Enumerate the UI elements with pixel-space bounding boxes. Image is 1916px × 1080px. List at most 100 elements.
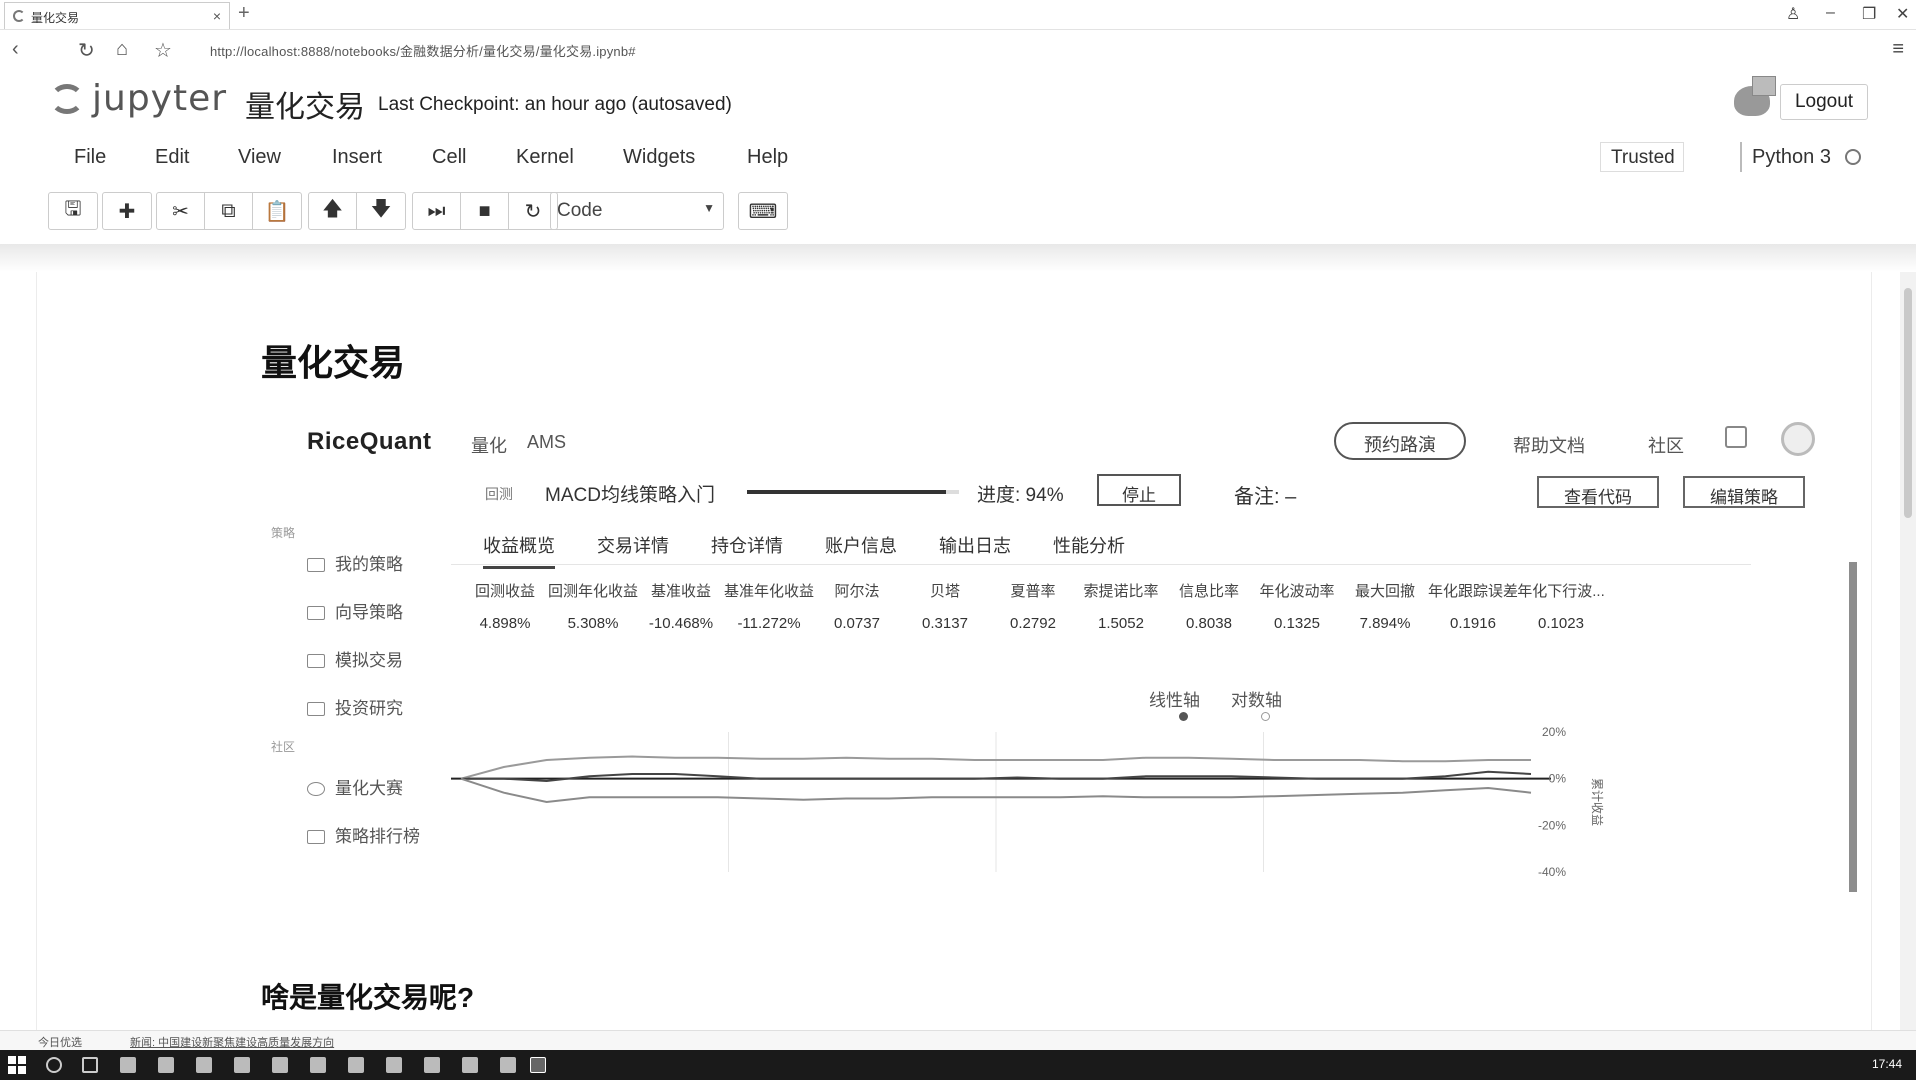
address-bar: ‹ ↻ ⌂ ☆ http://localhost:8888/notebooks/…	[0, 30, 1916, 70]
progress-bar	[747, 490, 959, 494]
tab-trades[interactable]: 交易详情	[597, 532, 669, 558]
back-icon[interactable]: ‹	[12, 38, 19, 61]
shirt-icon[interactable]: ♙	[1786, 4, 1800, 24]
page-title: 量化交易	[261, 342, 406, 383]
menu-insert[interactable]: Insert	[332, 146, 382, 169]
browser-menu-icon[interactable]: ≡	[1892, 38, 1904, 61]
taskbar-app-icon[interactable]	[234, 1057, 250, 1073]
taskbar-app-icon[interactable]	[196, 1057, 212, 1073]
page-scrollbar[interactable]	[1900, 272, 1916, 1042]
sidebar-item-contest[interactable]: 量化大赛	[307, 774, 403, 799]
close-window-icon[interactable]: ✕	[1896, 4, 1909, 24]
sidebar-item-wizard[interactable]: 向导策略	[307, 598, 403, 623]
returns-chart: 20% 0% -20% -40% 累计收益	[451, 725, 1604, 879]
reload-icon[interactable]: ↻	[78, 38, 95, 63]
menu-widgets[interactable]: Widgets	[623, 146, 695, 169]
menu-file[interactable]: File	[74, 146, 106, 169]
taskbar-app-icon[interactable]	[310, 1057, 326, 1073]
log-axis-label: 对数轴	[1231, 691, 1282, 710]
taskbar-app-icon[interactable]	[348, 1057, 364, 1073]
nav-ams[interactable]: AMS	[527, 432, 566, 453]
url-field[interactable]: http://localhost:8888/notebooks/金融数据分析/量…	[210, 41, 636, 60]
sidebar-item-paper-trading[interactable]: 模拟交易	[307, 646, 403, 671]
taskbar-app-icon[interactable]	[272, 1057, 288, 1073]
close-tab-icon[interactable]: ×	[213, 8, 221, 24]
tab-log[interactable]: 输出日志	[939, 532, 1011, 558]
notebook-name[interactable]: 量化交易	[245, 82, 365, 126]
sidebar-item-my-strategies[interactable]: 我的策略	[307, 550, 403, 575]
keyboard-icon[interactable]: ⌨	[739, 193, 787, 229]
taskbar-app-icon[interactable]	[158, 1057, 174, 1073]
search-icon[interactable]	[46, 1057, 62, 1073]
windows-start-icon[interactable]	[8, 1056, 26, 1074]
notebook-toolbar: 🖫 ✚ ✂ ⧉ 📋 🡅 🡇 ⏭ ■ ↻ Code ▼ ⌨	[0, 192, 1916, 232]
chart-icon	[307, 654, 325, 668]
taskbar-app-icon[interactable]	[120, 1057, 136, 1073]
tab-account[interactable]: 账户信息	[825, 532, 897, 558]
sidebar-item-research[interactable]: 投资研究	[307, 694, 403, 719]
sidebar-item-leaderboard[interactable]: 策略排行榜	[307, 822, 420, 847]
nav-quant[interactable]: 量化	[471, 432, 507, 458]
taskbar-app-icon[interactable]	[500, 1057, 516, 1073]
trophy-icon	[307, 782, 325, 796]
roadshow-button[interactable]: 预约路演	[1334, 422, 1466, 460]
progress-fill	[747, 490, 947, 494]
favorite-star-icon[interactable]: ☆	[154, 38, 172, 63]
menu-edit[interactable]: Edit	[155, 146, 189, 169]
paste-icon[interactable]: 📋	[253, 193, 301, 229]
linear-axis-option[interactable]: 线性轴	[1149, 686, 1200, 721]
taskbar-active-app-icon[interactable]	[530, 1057, 546, 1073]
log-axis-option[interactable]: 对数轴	[1231, 686, 1282, 721]
run-icon[interactable]: ⏭	[413, 193, 461, 229]
cut-icon[interactable]: ✂	[157, 193, 205, 229]
minimize-icon[interactable]: –	[1826, 4, 1835, 22]
taskbar-app-icon[interactable]	[462, 1057, 478, 1073]
tab-performance[interactable]: 性能分析	[1053, 532, 1125, 558]
panel-scrollbar[interactable]	[1849, 562, 1857, 892]
view-code-button[interactable]: 查看代码	[1537, 476, 1659, 508]
save-icon[interactable]: 🖫	[49, 193, 97, 229]
sidebar-item-label: 我的策略	[335, 555, 403, 574]
strategy-label: 回测	[485, 486, 513, 502]
taskbar-app-icon[interactable]	[424, 1057, 440, 1073]
avatar[interactable]	[1781, 422, 1815, 456]
edit-strategy-button[interactable]: 编辑策略	[1683, 476, 1805, 508]
keyboard-group: ⌨	[738, 192, 788, 230]
task-view-icon[interactable]	[82, 1057, 98, 1073]
insert-cell-icon[interactable]: ✚	[103, 193, 151, 229]
jupyter-logo-text[interactable]: jupyter	[92, 78, 227, 119]
community-link[interactable]: 社区	[1648, 432, 1684, 458]
cell-type-select[interactable]: Code ▼	[550, 192, 724, 230]
logout-button[interactable]: Logout	[1780, 84, 1868, 120]
new-tab-icon[interactable]: +	[238, 2, 250, 25]
browser-tab[interactable]: 量化交易 ×	[4, 2, 230, 29]
interrupt-icon[interactable]: ■	[461, 193, 509, 229]
run-group: ⏭ ■ ↻	[412, 192, 558, 230]
trusted-indicator[interactable]: Trusted	[1600, 142, 1684, 172]
menu-view[interactable]: View	[238, 146, 281, 169]
tab-title: 量化交易	[31, 11, 80, 25]
status-news[interactable]: 新闻: 中国建设新聚焦建设高质量发展方向	[130, 1034, 334, 1050]
menu-cell[interactable]: Cell	[432, 146, 466, 169]
notebook-body: 量化交易 RiceQuant 量化 AMS 预约路演 帮助文档 社区 回测 MA…	[0, 272, 1916, 1042]
home-icon[interactable]: ⌂	[116, 38, 128, 61]
menu-kernel[interactable]: Kernel	[516, 146, 574, 169]
jupyter-logo-icon[interactable]	[48, 80, 88, 120]
chevron-down-icon: ▼	[703, 201, 715, 215]
ricequant-logo[interactable]: RiceQuant	[307, 428, 432, 456]
scrollbar-thumb[interactable]	[1904, 288, 1912, 518]
help-docs-link[interactable]: 帮助文档	[1513, 432, 1585, 458]
move-down-icon[interactable]: 🡇	[357, 193, 405, 229]
restore-icon[interactable]: ❐	[1862, 4, 1876, 24]
tab-positions[interactable]: 持仓详情	[711, 532, 783, 558]
gift-icon[interactable]	[1725, 426, 1747, 448]
browser-tab-bar: 量化交易 × + ♙ – ❐ ✕	[0, 0, 1916, 30]
kernel-idle-icon	[1844, 149, 1861, 165]
menu-help[interactable]: Help	[747, 146, 788, 169]
copy-icon[interactable]: ⧉	[205, 193, 253, 229]
stop-button[interactable]: 停止	[1097, 474, 1181, 506]
status-left[interactable]: 今日优选	[38, 1034, 82, 1050]
taskbar-app-icon[interactable]	[386, 1057, 402, 1073]
y-axis-label: 累计收益	[1590, 778, 1604, 826]
move-up-icon[interactable]: 🡅	[309, 193, 357, 229]
